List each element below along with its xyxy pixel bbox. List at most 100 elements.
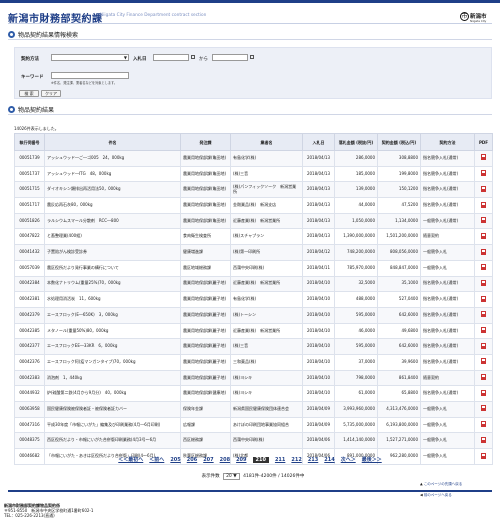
cell-method: 指名競争入札(通常)	[420, 291, 475, 308]
pdf-icon[interactable]	[481, 436, 486, 443]
cell-title[interactable]: 農区役所だより発行事業の構行について	[44, 259, 181, 277]
cell-title[interactable]: エースフロック(E―650K) 3，000kg	[44, 306, 181, 324]
cell-pdf	[474, 369, 493, 387]
cell-contract-amount: 35,1000	[377, 275, 421, 293]
cell-title[interactable]: アッシュウッド―ご―ゴ005 24，000kg	[44, 150, 181, 167]
clear-button[interactable]: クリア	[41, 90, 61, 97]
cell-number: 00042385	[14, 322, 45, 340]
column-header: PDF	[474, 133, 493, 151]
site-header: 新潟市財務部契約課 Niigata City Finance Departmen…	[0, 0, 500, 25]
page-link[interactable]: 205	[170, 457, 180, 463]
page-link[interactable]: 214	[324, 457, 334, 463]
pdf-icon[interactable]	[481, 154, 486, 161]
pdf-icon[interactable]	[481, 311, 486, 318]
cell-title[interactable]: 農反応再石灰80，000kg	[44, 197, 181, 214]
cell-vendor: 新潟県国民健康保険団体連合会	[230, 401, 303, 418]
city-logo[interactable]: 市 新潟市 Niigata City	[460, 10, 490, 24]
next-page-link[interactable]: 次へ＞	[341, 457, 356, 463]
back-to-top-link[interactable]: ▲ このページの先頭へ戻る	[420, 482, 462, 487]
last-page-link[interactable]: 最後＞＞	[362, 457, 382, 463]
pdf-icon[interactable]	[481, 201, 486, 208]
keyword-label: キーワード	[21, 75, 44, 80]
search-button[interactable]: 検 索	[19, 90, 39, 97]
bid-to-input[interactable]	[212, 54, 248, 61]
pdf-icon[interactable]	[481, 279, 486, 286]
cell-title[interactable]: 水処理用消活炭 11，600kg	[44, 291, 181, 308]
cell-title[interactable]: 国民健康保険被保険者証・被保険者証カバー	[44, 401, 181, 418]
cell-method: 指名競争入札(通常)	[420, 275, 475, 293]
cell-title[interactable]: エースフロック阿(疫マンガンタイプ)70，000kg	[44, 353, 181, 371]
cell-title[interactable]: メタノール(重量50%)80，000kg	[44, 322, 181, 340]
cell-pdf	[474, 432, 493, 450]
cell-title[interactable]: 炉(硫酸第二鉄(4月から9月分) 40，000kg	[44, 385, 181, 402]
per-page-select[interactable]: 20 ▼	[223, 473, 240, 480]
method-select[interactable]: ▼	[51, 54, 129, 61]
page-link[interactable]: 213	[308, 457, 318, 463]
pdf-icon[interactable]	[481, 342, 486, 349]
per-page-label: 表示件数	[201, 474, 220, 479]
prev-page-link[interactable]: ＜前へ	[149, 457, 164, 463]
cell-department: 農業用地保部課(麗子地)	[180, 306, 231, 324]
cell-number: 00042377	[14, 338, 45, 355]
cell-method: 随意契約	[420, 369, 475, 387]
page-link[interactable]: 209	[236, 457, 246, 463]
bullet-icon	[8, 31, 15, 38]
page-link[interactable]: 208	[220, 457, 230, 463]
pdf-icon[interactable]	[481, 389, 486, 396]
pdf-icon[interactable]	[481, 358, 486, 365]
cell-contract-amount: 1,527,271,0000	[377, 432, 421, 450]
cell-title[interactable]: ダイオキシン類排出再活用法50，000kg	[44, 181, 181, 199]
pdf-icon[interactable]	[481, 374, 486, 381]
back-page-link[interactable]: ◀ 前のページへ戻る	[420, 493, 462, 498]
cell-bid-amount: 185,0000	[334, 165, 378, 183]
table-row: 00041432 子置陪がん検診受診券 健康増進課 (株)第一印刷所 2018/04/1…	[14, 244, 493, 261]
section-underline	[8, 39, 492, 40]
table-row: 00042377 エースフロックEE―33KR 6，000kg 農業用地保部課(麗子…	[14, 338, 493, 355]
cell-title[interactable]: 西区役所だより・市報にいがた合併版印刷業務(4月3号〜6月	[44, 432, 181, 450]
cell-bid-amount: 798,0000	[334, 369, 378, 387]
cell-department: 健康増進課	[180, 244, 231, 261]
keyword-input[interactable]	[51, 72, 129, 79]
pdf-icon[interactable]	[481, 327, 486, 333]
cell-title[interactable]: 平成30年度「市報にいがた」編集及び印刷業務(4月―6月印刷)	[44, 416, 181, 434]
cell-number: 00042381	[14, 291, 45, 308]
section-underline	[8, 114, 492, 115]
pdf-icon[interactable]	[481, 185, 486, 192]
bid-from-input[interactable]	[153, 54, 189, 61]
table-row: 00051715 ダイオキシン類排出再活用法50，000kg 農業用地保部課(亀田地…	[14, 181, 493, 199]
cell-title[interactable]: 子置陪がん検診受診券	[44, 244, 181, 261]
calendar-icon[interactable]	[191, 55, 195, 59]
page-link[interactable]: 212	[291, 457, 301, 463]
page-link[interactable]: 206	[187, 457, 197, 463]
pdf-icon[interactable]	[481, 405, 486, 412]
pdf-icon[interactable]	[481, 217, 486, 224]
first-page-link[interactable]: ＜＜最初へ	[118, 457, 143, 463]
cell-title[interactable]: エースフロックEE―33KR 6，000kg	[44, 338, 181, 355]
calendar-icon[interactable]	[250, 55, 254, 59]
cell-date: 2018/04/10	[302, 338, 335, 355]
cell-number: 00048375	[14, 432, 45, 450]
column-header: 契約金額 (税込/円)	[377, 133, 421, 151]
pdf-icon[interactable]	[481, 232, 486, 239]
cell-title[interactable]: 本数化ナトリウム(重量25%)70，000kg	[44, 275, 181, 293]
table-row: 00051717 農反応再石灰80，000kg 農業用地保部課(亀田地) 金剛業品(株…	[14, 197, 493, 214]
pdf-icon[interactable]	[481, 264, 486, 271]
pdf-icon[interactable]	[481, 421, 486, 428]
pdf-icon[interactable]	[481, 295, 486, 302]
page-link[interactable]: 211	[275, 457, 285, 463]
cell-title[interactable]: アッシュウッド―ITG 48，000kg	[44, 165, 181, 183]
cell-date: 2018/04/13	[302, 212, 335, 230]
cell-title[interactable]: 消泡剤 1，440kg	[44, 369, 181, 387]
cell-bid-amount: 1,050,0000	[334, 212, 378, 230]
cell-number: 00057039	[14, 259, 45, 277]
page-link[interactable]: 207	[203, 457, 213, 463]
pdf-icon[interactable]	[481, 170, 486, 177]
cell-title[interactable]: ラルシウムスマール分散剤 RCC―800	[44, 212, 181, 230]
table-row: 00047822 と畜整理業(400組) 食肉衛生検査所 (株)スチャプラン 2018/…	[14, 228, 493, 246]
cell-vendor: (株)第一印刷所	[230, 244, 303, 261]
pdf-icon[interactable]	[481, 248, 486, 255]
cell-pdf	[474, 212, 493, 230]
bullet-icon	[8, 106, 15, 113]
cell-number: 00051715	[14, 181, 45, 199]
cell-title[interactable]: と畜整理業(400組)	[44, 228, 181, 246]
